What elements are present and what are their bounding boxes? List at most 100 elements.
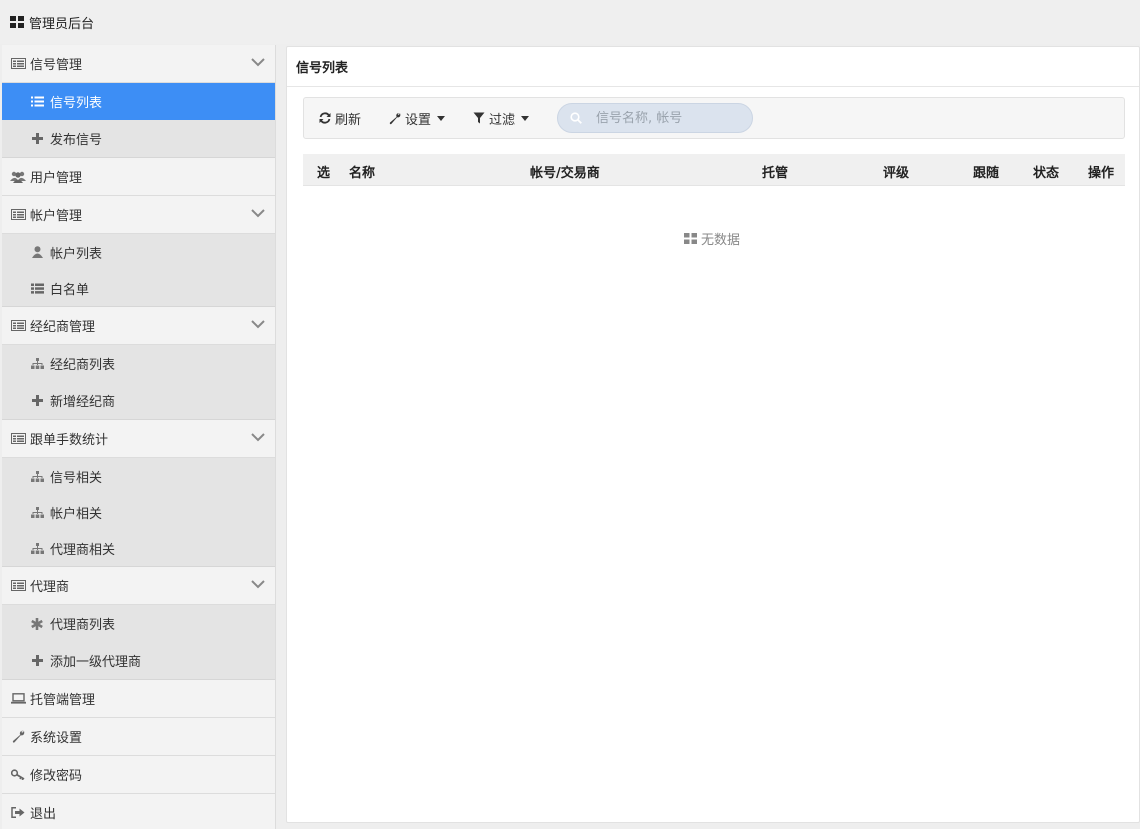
asterisk-icon bbox=[30, 617, 44, 630]
sitemap-icon bbox=[30, 506, 44, 518]
users-icon bbox=[10, 170, 26, 184]
list-icon bbox=[30, 96, 44, 108]
sidebar-group-hosting-management[interactable]: 托管端管理 bbox=[2, 680, 275, 718]
sitemap-icon bbox=[30, 542, 44, 554]
sidebar-group-agents[interactable]: 代理商 bbox=[2, 567, 275, 605]
search-icon bbox=[570, 112, 582, 124]
list-alt-icon bbox=[10, 208, 26, 222]
sidebar-item-account-list[interactable]: 帐户列表 bbox=[2, 234, 275, 270]
list-alt-icon bbox=[10, 579, 26, 593]
sidebar-group-user-management[interactable]: 用户管理 bbox=[2, 158, 275, 196]
sidebar-item-add-broker[interactable]: 新增经纪商 bbox=[2, 382, 275, 419]
sidebar-submenu-account: 帐户列表 白名单 bbox=[2, 234, 275, 307]
app-title: 管理员后台 bbox=[29, 16, 95, 32]
sidebar-item-whitelist[interactable]: 白名单 bbox=[2, 270, 275, 306]
sidebar-submenu-signal: 信号列表 发布信号 bbox=[2, 83, 275, 158]
sidebar-group-change-password[interactable]: 修改密码 bbox=[2, 756, 275, 794]
sidebar-submenu-agents: 代理商列表 添加一级代理商 bbox=[2, 605, 275, 680]
list-alt-icon bbox=[10, 432, 26, 446]
sidebar-group-label: 退出 bbox=[30, 807, 57, 822]
sidebar-item-label: 代理商列表 bbox=[50, 618, 116, 633]
sidebar-group-label: 信号管理 bbox=[30, 58, 83, 73]
sidebar-group-label: 用户管理 bbox=[30, 171, 83, 186]
column-header-account-broker: 帐号/交易商 bbox=[530, 166, 600, 181]
chevron-down-icon[interactable] bbox=[251, 319, 265, 329]
filter-icon bbox=[473, 112, 485, 124]
list-alt-icon bbox=[10, 57, 26, 71]
column-header-name: 名称 bbox=[349, 166, 376, 181]
grid-icon bbox=[684, 233, 697, 244]
sidebar-item-label: 添加一级代理商 bbox=[50, 655, 142, 670]
sign-out-icon bbox=[10, 806, 26, 820]
sidebar-submenu-stats: 信号相关 帐户相关 代理商相关 bbox=[2, 458, 275, 567]
sidebar-item-agent-related[interactable]: 代理商相关 bbox=[2, 530, 275, 566]
page-title: 信号列表 bbox=[287, 47, 1139, 87]
empty-state-text: 无数据 bbox=[701, 233, 741, 248]
sidebar-group-label: 托管端管理 bbox=[30, 693, 96, 708]
user-icon bbox=[30, 246, 44, 258]
sidebar-item-publish-signal[interactable]: 发布信号 bbox=[2, 120, 275, 157]
empty-state: 无数据 bbox=[684, 229, 740, 248]
sidebar-item-signal-related[interactable]: 信号相关 bbox=[2, 458, 275, 494]
sidebar-item-add-first-level-agent[interactable]: 添加一级代理商 bbox=[2, 642, 275, 679]
toolbar: 刷新 设置 过滤 bbox=[303, 97, 1125, 139]
chevron-down-icon[interactable] bbox=[251, 208, 265, 218]
column-header-hosting: 托管 bbox=[762, 166, 789, 181]
sidebar-item-account-related[interactable]: 帐户相关 bbox=[2, 494, 275, 530]
filter-label: 过滤 bbox=[489, 112, 516, 128]
sidebar-item-agent-list[interactable]: 代理商列表 bbox=[2, 605, 275, 642]
chevron-down-icon[interactable] bbox=[251, 432, 265, 442]
table-header: 选 名称 帐号/交易商 托管 评级 跟随 状态 操作 bbox=[303, 154, 1125, 186]
settings-dropdown-button[interactable]: 设置 bbox=[389, 109, 446, 128]
settings-label: 设置 bbox=[405, 112, 432, 128]
list-icon bbox=[30, 282, 44, 294]
plus-icon bbox=[30, 655, 44, 667]
sidebar: 信号管理 信号列表 发布信号 用户管理 帐户管理 帐户列表 白名单 经纪商管理 … bbox=[2, 45, 276, 829]
list-alt-icon bbox=[10, 319, 26, 333]
sitemap-icon bbox=[30, 470, 44, 482]
sidebar-group-broker-management[interactable]: 经纪商管理 bbox=[2, 307, 275, 345]
top-bar: 管理员后台 bbox=[0, 0, 1140, 44]
sidebar-item-label: 代理商相关 bbox=[50, 542, 116, 558]
sidebar-group-logout[interactable]: 退出 bbox=[2, 794, 275, 829]
sidebar-group-account-management[interactable]: 帐户管理 bbox=[2, 196, 275, 234]
caret-down-icon bbox=[437, 115, 446, 121]
filter-dropdown-button[interactable]: 过滤 bbox=[473, 109, 530, 128]
refresh-icon bbox=[319, 112, 331, 124]
sidebar-group-label: 系统设置 bbox=[30, 731, 83, 746]
sidebar-item-signal-list[interactable]: 信号列表 bbox=[2, 83, 275, 120]
sidebar-submenu-broker: 经纪商列表 新增经纪商 bbox=[2, 345, 275, 420]
refresh-label: 刷新 bbox=[335, 112, 362, 128]
search-input[interactable] bbox=[596, 110, 737, 126]
chevron-down-icon[interactable] bbox=[251, 579, 265, 589]
sidebar-group-label: 修改密码 bbox=[30, 769, 83, 784]
sidebar-group-system-settings[interactable]: 系统设置 bbox=[2, 718, 275, 756]
sidebar-item-label: 白名单 bbox=[50, 282, 90, 298]
plus-icon bbox=[30, 133, 44, 145]
sidebar-group-label: 代理商 bbox=[30, 580, 70, 595]
sidebar-item-label: 帐户相关 bbox=[50, 506, 103, 522]
sidebar-group-label: 经纪商管理 bbox=[30, 320, 96, 335]
sidebar-item-label: 信号相关 bbox=[50, 470, 103, 486]
sidebar-group-label: 跟单手数统计 bbox=[30, 433, 109, 448]
column-header-actions: 操作 bbox=[1088, 166, 1115, 181]
key-icon bbox=[10, 768, 26, 782]
column-header-status: 状态 bbox=[1033, 166, 1060, 181]
wrench-icon bbox=[10, 730, 26, 744]
search-box bbox=[557, 103, 754, 133]
sidebar-group-copy-lot-stats[interactable]: 跟单手数统计 bbox=[2, 420, 275, 458]
sidebar-item-broker-list[interactable]: 经纪商列表 bbox=[2, 345, 275, 382]
sitemap-icon bbox=[30, 358, 44, 370]
plus-icon bbox=[30, 395, 44, 407]
sidebar-item-label: 发布信号 bbox=[50, 133, 103, 148]
grid-icon bbox=[10, 16, 24, 28]
sidebar-item-label: 信号列表 bbox=[50, 96, 103, 111]
main-panel: 信号列表 刷新 设置 过滤 选 名称 帐号/ bbox=[286, 46, 1140, 823]
wrench-icon bbox=[389, 112, 401, 125]
sidebar-group-signal-management[interactable]: 信号管理 bbox=[2, 45, 275, 83]
refresh-button[interactable]: 刷新 bbox=[319, 109, 361, 128]
sidebar-item-label: 新增经纪商 bbox=[50, 395, 116, 410]
chevron-down-icon[interactable] bbox=[251, 57, 265, 67]
sidebar-item-label: 帐户列表 bbox=[50, 246, 103, 262]
caret-down-icon bbox=[521, 115, 530, 121]
